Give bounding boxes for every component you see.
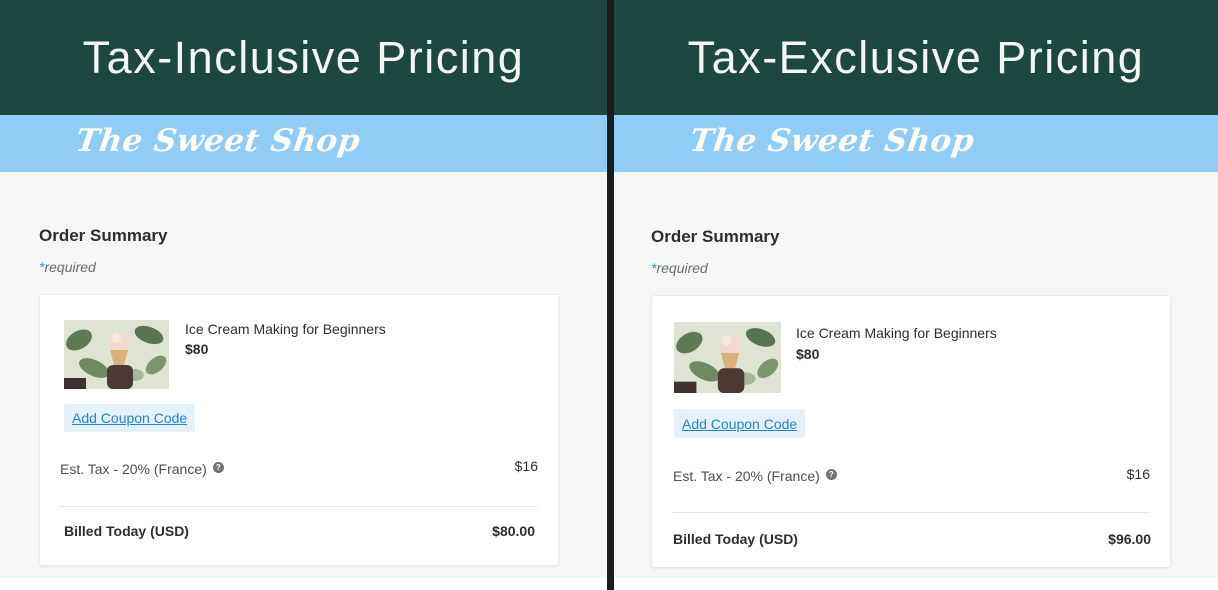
product-price: $80 [185, 341, 209, 357]
product-image [674, 322, 781, 393]
shop-banner: The Sweet Shop [0, 115, 607, 172]
tax-label: Est. Tax - 20% (France) [673, 468, 820, 484]
panel-divider [607, 0, 614, 590]
divider [60, 506, 538, 507]
required-text: required [44, 259, 96, 275]
required-note: *required [651, 260, 708, 276]
question-circle-icon[interactable]: ? [212, 461, 224, 473]
product-name: Ice Cream Making for Beginners [796, 325, 997, 341]
checkout-area: Order Summary *required Ice Cream Making… [614, 172, 1218, 578]
shop-logo[interactable]: The Sweet Shop [687, 123, 976, 159]
add-coupon-code-link[interactable]: Add Coupon Code [674, 409, 806, 438]
billed-today-value: $96.00 [1108, 531, 1151, 547]
order-summary-title: Order Summary [39, 226, 168, 245]
required-note: *required [39, 259, 96, 275]
panel-heading: Tax-Exclusive Pricing [614, 0, 1218, 115]
billed-today-label: Billed Today (USD) [64, 523, 189, 539]
tax-row-label: Est. Tax - 20% (France) ? [60, 461, 224, 477]
tax-inclusive-panel: Tax-Inclusive Pricing The Sweet Shop Ord… [0, 0, 607, 590]
product-image [64, 320, 169, 389]
divider [672, 512, 1150, 513]
order-summary-title: Order Summary [651, 227, 780, 246]
product-price: $80 [796, 346, 820, 362]
shop-banner: The Sweet Shop [614, 115, 1218, 172]
checkout-area: Order Summary *required Ice Cream Making… [0, 172, 607, 578]
tax-label: Est. Tax - 20% (France) [60, 461, 207, 477]
tax-exclusive-panel: Tax-Exclusive Pricing The Sweet Shop Ord… [614, 0, 1218, 590]
tax-value: $16 [514, 458, 538, 474]
bottom-strip [0, 578, 607, 590]
panel-heading: Tax-Inclusive Pricing [0, 0, 607, 115]
product-name: Ice Cream Making for Beginners [185, 321, 386, 337]
bottom-strip [614, 578, 1218, 590]
shop-logo[interactable]: The Sweet Shop [73, 123, 362, 159]
order-card: Ice Cream Making for Beginners $80 Add C… [651, 295, 1171, 568]
add-coupon-code-link[interactable]: Add Coupon Code [64, 404, 196, 432]
required-text: required [656, 260, 708, 276]
billed-today-label: Billed Today (USD) [673, 531, 798, 547]
question-circle-icon[interactable]: ? [825, 468, 837, 480]
order-card: Ice Cream Making for Beginners $80 Add C… [39, 294, 559, 566]
tax-value: $16 [1126, 466, 1150, 482]
billed-today-value: $80.00 [492, 523, 535, 539]
tax-row-label: Est. Tax - 20% (France) ? [673, 468, 837, 484]
